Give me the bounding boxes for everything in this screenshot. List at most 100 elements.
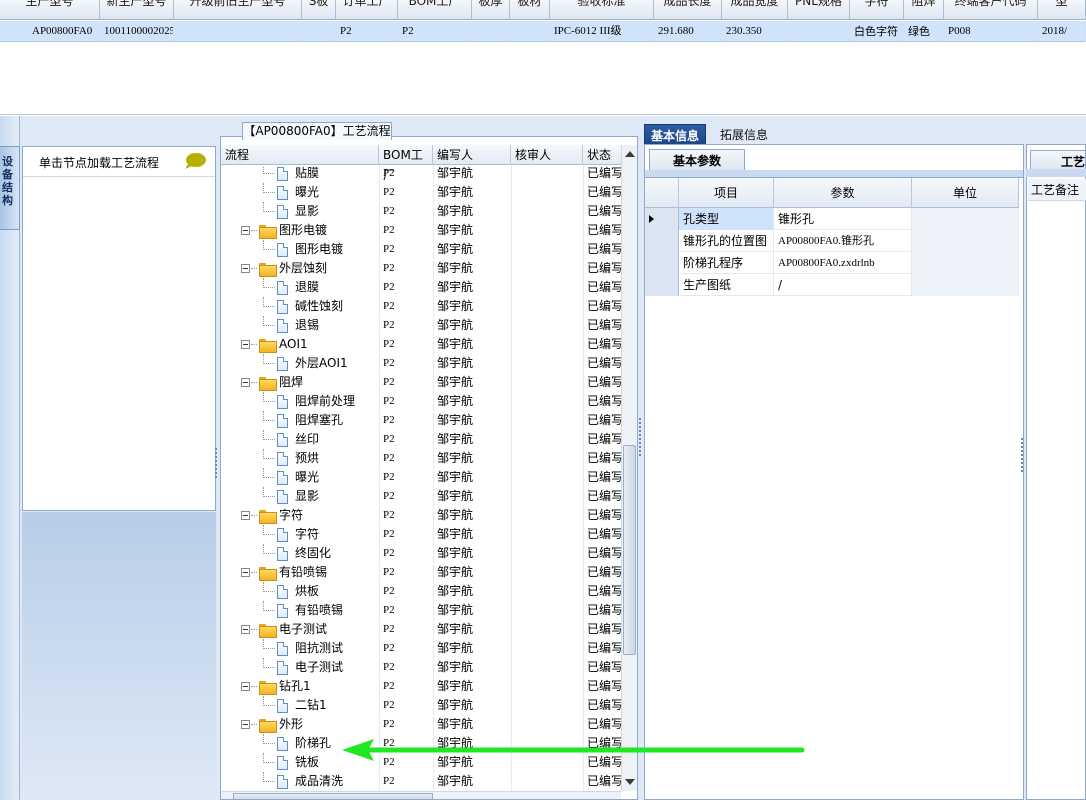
tree-step-row[interactable]: 退锡 P2 邹宇航 已编写: [221, 316, 621, 335]
col-reviewer[interactable]: 核审人: [511, 145, 583, 165]
param-row[interactable]: 生产图纸 /: [645, 274, 1019, 296]
tree-step-row[interactable]: 阻抗测试 P2 邹宇航 已编写: [221, 639, 621, 658]
col-item[interactable]: 项目: [679, 178, 774, 208]
tree-group-row[interactable]: 电子测试 P2 邹宇航 已编写: [221, 620, 621, 639]
cell-material[interactable]: [510, 21, 550, 42]
col-param[interactable]: 参数: [774, 178, 912, 208]
process-flow-tab[interactable]: 【AP00800FA0】工艺流程: [242, 122, 392, 140]
cell-length[interactable]: 291.680: [654, 21, 722, 42]
param-row-indicator[interactable]: [645, 208, 679, 230]
tree-group-row[interactable]: 钻孔1 P2 邹宇航 已编写: [221, 677, 621, 696]
tree-step-row[interactable]: 贴膜 P2 邹宇航 已编写: [221, 166, 621, 183]
collapse-icon[interactable]: [241, 511, 250, 520]
tab-extended-info[interactable]: 拓展信息: [714, 124, 774, 146]
order-grid-row[interactable]: AP00800FA0 10011000020250 P2 P2 IPC-6012 III…: [0, 21, 1086, 42]
collapse-icon[interactable]: [241, 378, 250, 387]
col-bom-factory[interactable]: BOM工厂: [398, 0, 472, 20]
tree-step-row[interactable]: 阻焊塞孔 P2 邹宇航 已编写: [221, 411, 621, 430]
col-model[interactable]: 生产型号: [0, 0, 100, 20]
cell-order-factory[interactable]: P2: [336, 21, 398, 42]
tree-step-row[interactable]: 显影 P2 邹宇航 已编写: [221, 487, 621, 506]
param-unit-cell[interactable]: [912, 252, 1019, 274]
tree-group-row[interactable]: 图形电镀 P2 邹宇航 已编写: [221, 221, 621, 240]
scroll-up-icon[interactable]: [625, 151, 635, 157]
cell-old-model[interactable]: [174, 21, 302, 42]
col-silkscreen[interactable]: 字符: [850, 0, 904, 20]
col-width[interactable]: 成品宽度: [722, 0, 788, 20]
tree-step-row[interactable]: 显影 P2 邹宇航 已编写: [221, 202, 621, 221]
scroll-down-icon[interactable]: [625, 779, 635, 785]
tree-step-row[interactable]: 丝印 P2 邹宇航 已编写: [221, 430, 621, 449]
col-order-factory[interactable]: 订单工厂: [336, 0, 398, 20]
col-writer[interactable]: 编写人: [433, 145, 511, 165]
tree-group-row[interactable]: 字符 P2 邹宇航 已编写: [221, 506, 621, 525]
collapse-icon[interactable]: [241, 264, 250, 273]
col-bom-factory[interactable]: BOM工厂: [379, 145, 433, 182]
tree-step-row[interactable]: 外层AOI1 P2 邹宇航 已编写: [221, 354, 621, 373]
col-thickness[interactable]: 板厚: [472, 0, 510, 20]
tree-step-row[interactable]: 预烘 P2 邹宇航 已编写: [221, 449, 621, 468]
col-pnl-spec[interactable]: PNL规格: [788, 0, 850, 20]
param-unit-cell[interactable]: [912, 274, 1019, 296]
col-solder-mask[interactable]: 阻焊: [904, 0, 944, 20]
tree-step-row[interactable]: 碱性蚀刻 P2 邹宇航 已编写: [221, 297, 621, 316]
tree-step-row[interactable]: 电子测试 P2 邹宇航 已编写: [221, 658, 621, 677]
tree-vertical-scrollbar[interactable]: [621, 145, 637, 791]
collapse-icon[interactable]: [241, 682, 250, 691]
tree-step-row[interactable]: 图形电镀 P2 邹宇航 已编写: [221, 240, 621, 259]
col-acceptance-standard[interactable]: 验收标准: [550, 0, 654, 20]
param-item-cell[interactable]: 生产图纸: [679, 274, 774, 296]
cell-new-model[interactable]: 10011000020250: [100, 21, 174, 42]
col-new-model[interactable]: 新生产型号: [100, 0, 174, 20]
tree-horizontal-scrollbar[interactable]: [221, 791, 621, 799]
scroll-thumb[interactable]: [623, 445, 636, 655]
cell-s-board[interactable]: [302, 21, 336, 42]
param-item-cell[interactable]: 孔类型: [679, 208, 774, 230]
tree-group-row[interactable]: 有铅喷锡 P2 邹宇航 已编写: [221, 563, 621, 582]
col-s-board[interactable]: S板: [302, 0, 336, 20]
cell-bom-factory[interactable]: P2: [398, 21, 472, 42]
tree-step-row[interactable]: 字符 P2 邹宇航 已编写: [221, 525, 621, 544]
chat-bubble-icon[interactable]: [183, 152, 207, 170]
param-row[interactable]: 锥形孔的位置图 AP00800FA0.锥形孔: [645, 230, 1019, 252]
col-flow[interactable]: 流程: [221, 145, 379, 165]
tab-basic-info[interactable]: 基本信息: [644, 124, 707, 146]
tree-step-row[interactable]: 烘板 P2 邹宇航 已编写: [221, 582, 621, 601]
tree-step-row[interactable]: 终固化 P2 邹宇航 已编写: [221, 544, 621, 563]
cell-pnl-spec[interactable]: [788, 21, 850, 42]
col-material[interactable]: 板材: [510, 0, 550, 20]
cell-width[interactable]: 230.350: [722, 21, 788, 42]
tree-step-row[interactable]: 有铅喷锡 P2 邹宇航 已编写: [221, 601, 621, 620]
splitter-left[interactable]: [214, 446, 218, 506]
param-value-cell[interactable]: 锥形孔: [774, 208, 912, 230]
tree-group-row[interactable]: 外层蚀刻 P2 邹宇航 已编写: [221, 259, 621, 278]
param-item-cell[interactable]: 锥形孔的位置图: [679, 230, 774, 252]
hscroll-thumb[interactable]: [233, 793, 433, 799]
param-value-cell[interactable]: AP00800FA0.zxdrlnb: [774, 252, 912, 274]
param-item-cell[interactable]: 阶梯孔程序: [679, 252, 774, 274]
collapse-icon[interactable]: [241, 720, 250, 729]
cell-acceptance-standard[interactable]: IPC-6012 III级: [550, 21, 654, 42]
tree-step-row[interactable]: 成品清洗 P2 邹宇航 已编写: [221, 772, 621, 791]
splitter-middle[interactable]: [638, 416, 642, 496]
col-unit[interactable]: 单位: [912, 178, 1019, 208]
param-unit-cell[interactable]: [912, 208, 1019, 230]
param-row[interactable]: 阶梯孔程序 AP00800FA0.zxdrlnb: [645, 252, 1019, 274]
collapse-icon[interactable]: [241, 226, 250, 235]
col-status[interactable]: 状态: [583, 145, 621, 165]
splitter-right[interactable]: [1020, 436, 1024, 506]
cell-model[interactable]: AP00800FA0: [0, 21, 100, 42]
collapse-icon[interactable]: [241, 625, 250, 634]
tree-step-row[interactable]: 二钻1 P2 邹宇航 已编写: [221, 696, 621, 715]
tree-step-row[interactable]: 退膜 P2 邹宇航 已编写: [221, 278, 621, 297]
tab-basic-params[interactable]: 基本参数: [649, 149, 745, 171]
tree-group-row[interactable]: 阻焊 P2 邹宇航 已编写: [221, 373, 621, 392]
param-row-indicator[interactable]: [645, 274, 679, 296]
param-value-cell[interactable]: AP00800FA0.锥形孔: [774, 230, 912, 252]
param-value-cell[interactable]: /: [774, 274, 912, 296]
col-old-model[interactable]: 升级前旧生产型号: [174, 0, 302, 20]
col-length[interactable]: 成品长度: [654, 0, 722, 20]
col-extra[interactable]: 型: [1038, 0, 1086, 20]
cell-thickness[interactable]: [472, 21, 510, 42]
cell-solder-mask[interactable]: 绿色: [904, 21, 944, 42]
